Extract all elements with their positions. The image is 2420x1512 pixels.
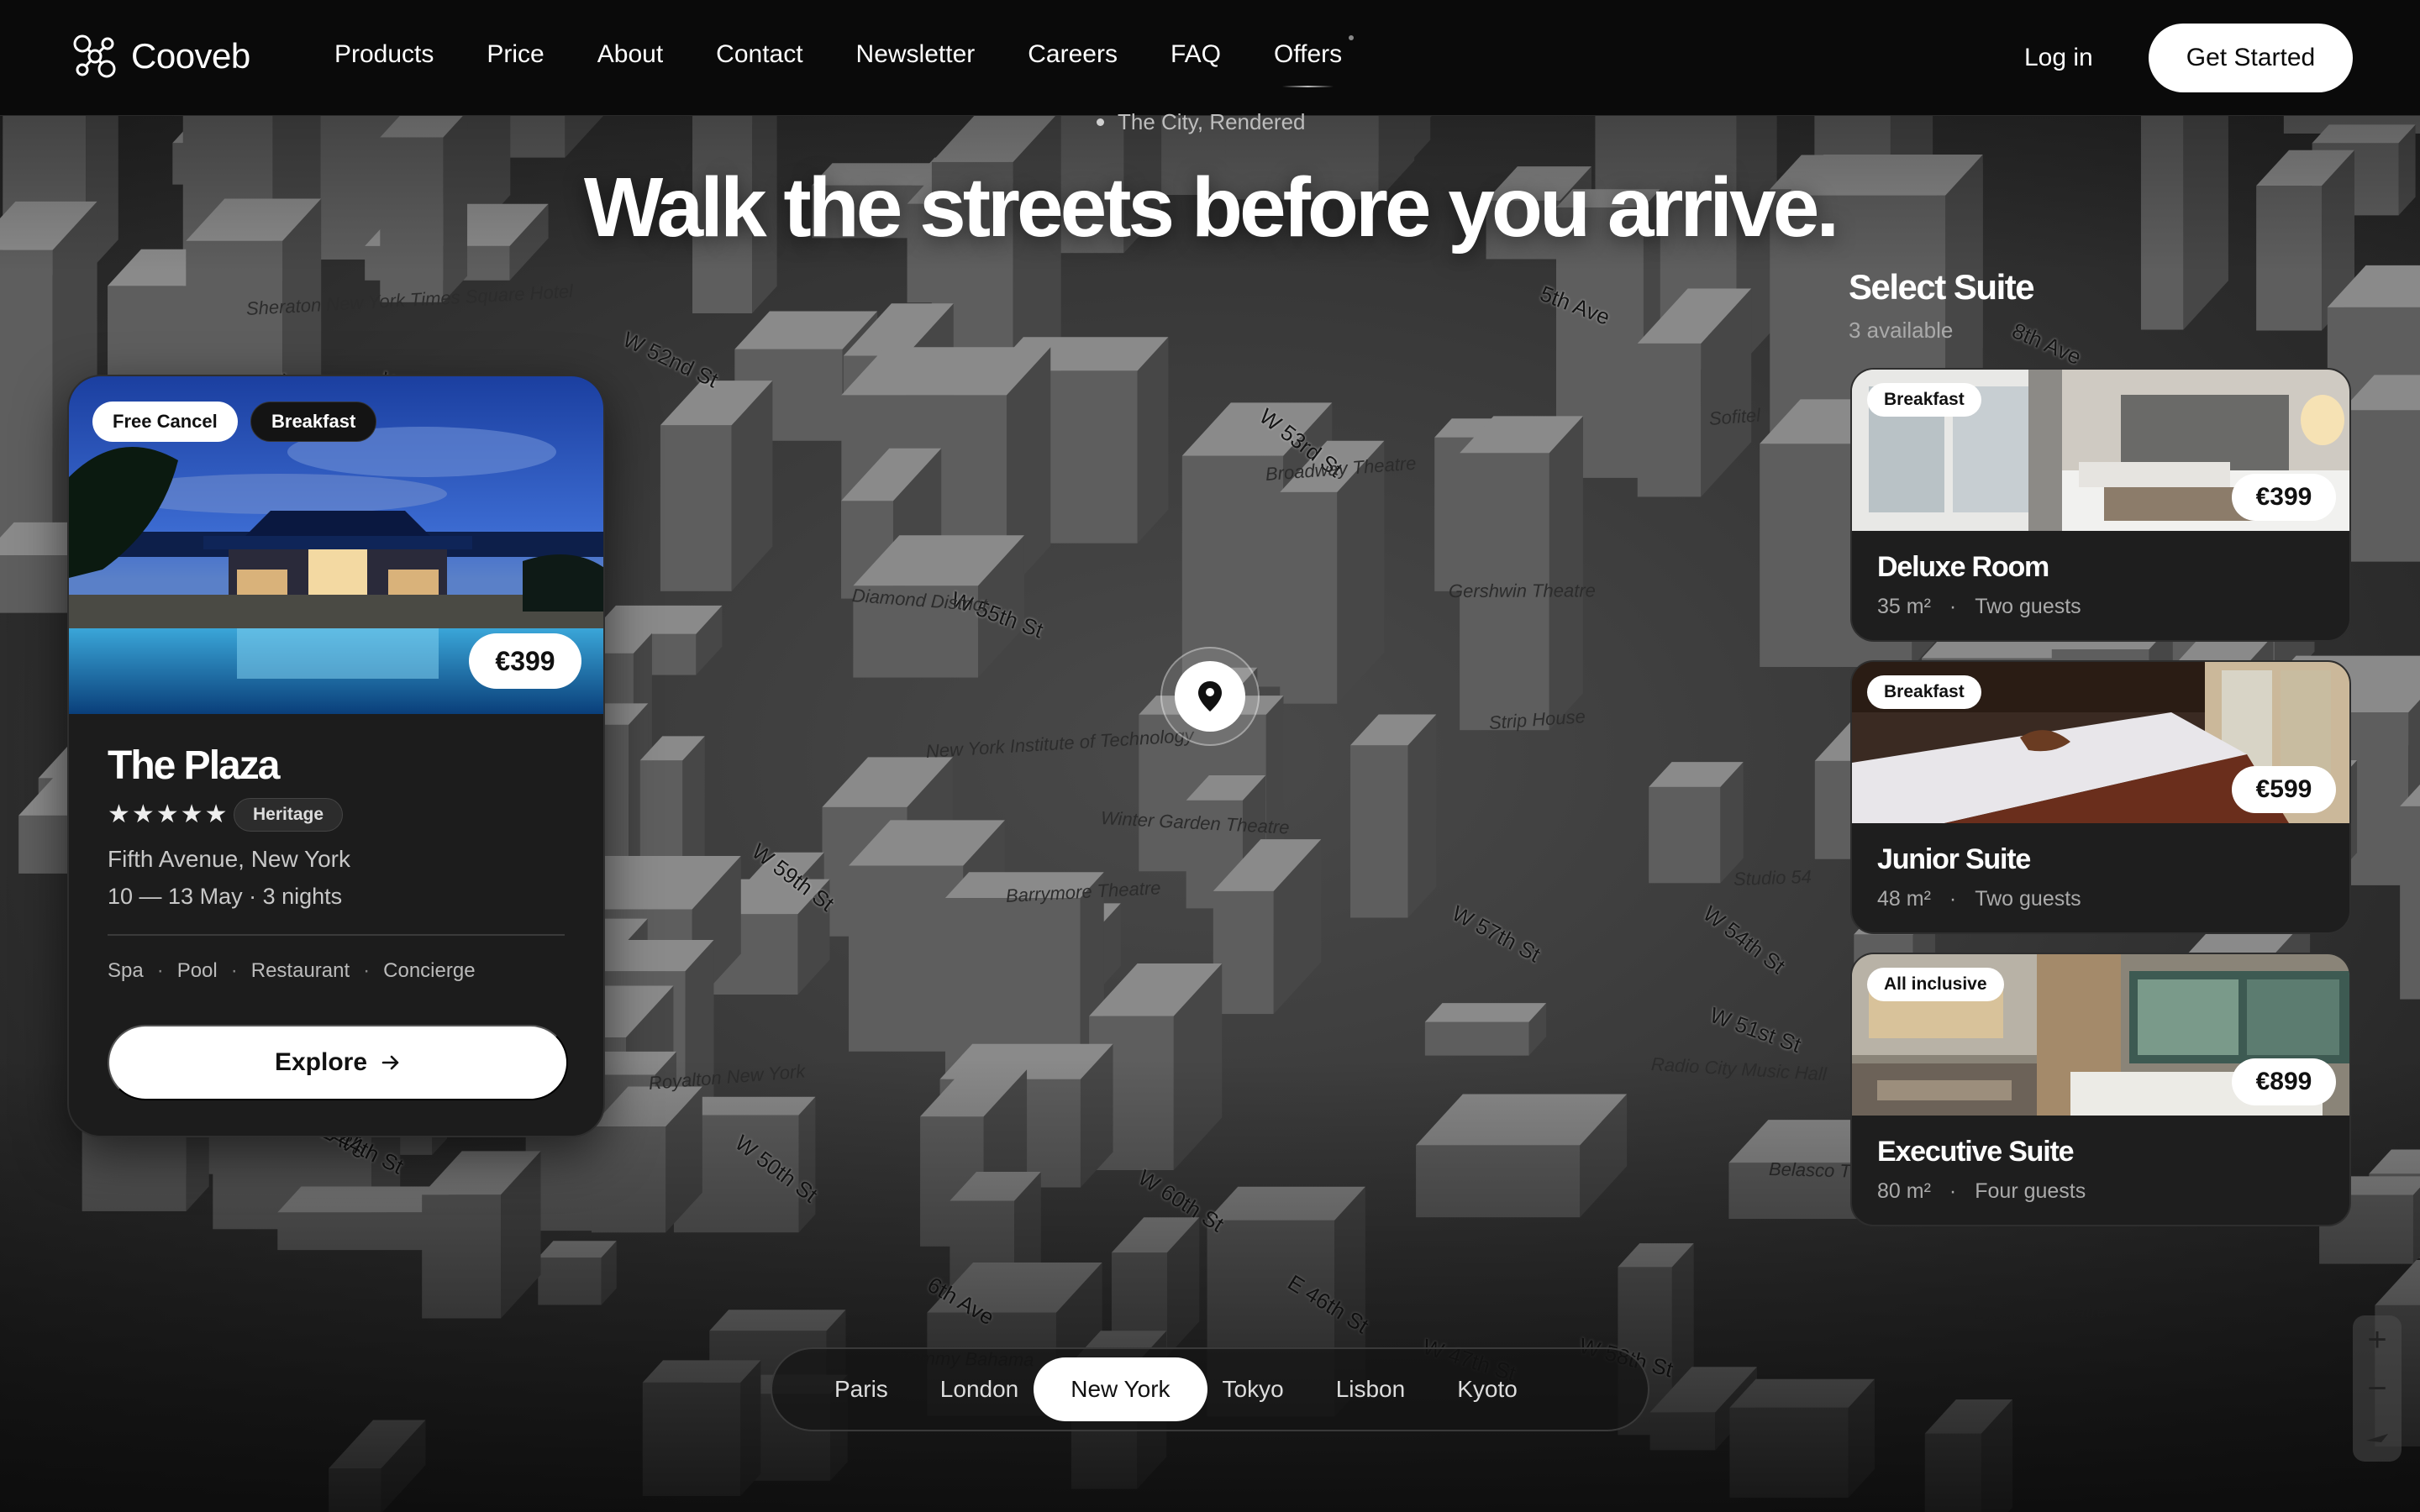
amenity-item: Pool: [176, 959, 218, 982]
amenity-separator: ·: [156, 959, 164, 982]
city-tab-london[interactable]: London: [903, 1357, 1055, 1421]
suite-photo: Breakfast €599: [1852, 662, 2349, 823]
suite-name: Executive Suite: [1877, 1136, 2075, 1168]
hotel-dates: 10 — 13 May · 3 nights: [108, 884, 343, 909]
nav-link-price[interactable]: Price: [487, 40, 544, 69]
hotel-card[interactable]: Free Cancel Breakfast €399 The Plaza ★★★…: [67, 375, 605, 1137]
explore-label: Explore: [274, 1048, 368, 1076]
suite-meta: 80 m² · Four guests: [1877, 1179, 2086, 1204]
suite-meta-separator: ·: [1949, 595, 1957, 618]
explore-button[interactable]: Explore: [108, 1025, 568, 1100]
city-tab-new-york[interactable]: New York: [1034, 1357, 1207, 1421]
suite-card[interactable]: All inclusive €899 Executive Suite 80 m²…: [1850, 953, 2351, 1226]
suite-size: 35 m²: [1877, 595, 1931, 618]
compass-icon[interactable]: [2353, 1413, 2402, 1462]
zoom-in-button[interactable]: +: [2353, 1315, 2402, 1364]
map-pin-button[interactable]: [1175, 661, 1245, 732]
suite-badge: All inclusive: [1867, 968, 2004, 1001]
suite-meta-separator: ·: [1949, 887, 1957, 911]
nav-link-offers-label: Offers: [1273, 40, 1343, 68]
map-pin-icon: [1198, 681, 1222, 711]
brand-logo[interactable]: Cooveb: [69, 30, 250, 82]
amenity-separator: ·: [363, 959, 371, 982]
card-divider: [108, 934, 565, 936]
badge-breakfast: Breakfast: [250, 402, 377, 442]
amenity-separator: ·: [230, 959, 238, 982]
nav-link-contact[interactable]: Contact: [716, 40, 802, 69]
nav-link-about[interactable]: About: [597, 40, 663, 69]
suite-guests: Two guests: [1975, 595, 2081, 618]
top-nav: Cooveb Products Price About Contact News…: [0, 0, 2420, 116]
zoom-out-button[interactable]: −: [2353, 1364, 2402, 1413]
hotel-price: €399: [469, 633, 581, 689]
suite-size: 80 m²: [1877, 1179, 1931, 1203]
suite-photo: Breakfast €399: [1852, 370, 2349, 531]
suite-guests: Four guests: [1975, 1179, 2086, 1203]
login-link[interactable]: Log in: [2024, 44, 2093, 72]
amenity-item: Concierge: [383, 959, 476, 982]
star-rating: ★★★★★: [108, 801, 229, 828]
arrow-right-icon: [381, 1055, 399, 1070]
suite-price: €899: [2232, 1058, 2336, 1105]
suite-size: 48 m²: [1877, 887, 1931, 911]
main-menu: Products Price About Contact Newsletter …: [334, 35, 1395, 87]
amenity-item: Restaurant: [250, 959, 350, 982]
hotel-name: The Plaza: [108, 743, 280, 788]
hotel-address: Fifth Avenue, New York: [108, 846, 350, 872]
nav-link-faq[interactable]: FAQ: [1171, 40, 1221, 69]
suites-title: Select Suite: [1849, 267, 2035, 307]
hero-title: Walk the streets before you arrive.: [583, 160, 1839, 255]
compass-arrow-icon: [2366, 1434, 2388, 1442]
suites-count: 3 available: [1849, 318, 1954, 343]
city-selector: Paris London New York Tokyo Lisbon Kyoto: [771, 1347, 1649, 1431]
suite-badge: Breakfast: [1867, 383, 1981, 417]
map-zoom-controls: + −: [2353, 1315, 2402, 1462]
suite-name: Deluxe Room: [1877, 551, 2049, 583]
hero-eyebrow: The City, Rendered: [1097, 109, 1306, 135]
suite-meta: 35 m² · Two guests: [1877, 595, 2081, 619]
suite-badge: Breakfast: [1867, 675, 1981, 709]
amenities-list: Spa · Pool · Restaurant · Concierge: [108, 959, 476, 983]
eyebrow-dot: [1097, 118, 1104, 126]
suite-price: €599: [2232, 766, 2336, 813]
city-tab-kyoto[interactable]: Kyoto: [1420, 1357, 1555, 1421]
molecule-logo-icon: [73, 34, 116, 78]
suite-photo: All inclusive €899: [1852, 954, 2349, 1116]
suite-price: €399: [2232, 474, 2336, 521]
amenity-item: Spa: [108, 959, 144, 982]
suite-meta: 48 m² · Two guests: [1877, 887, 2081, 911]
suite-card[interactable]: Breakfast €599 Junior Suite 48 m² · Two …: [1850, 660, 2351, 934]
suite-meta-separator: ·: [1949, 1179, 1957, 1203]
map-pin-marker[interactable]: [1160, 647, 1260, 746]
suite-name: Junior Suite: [1877, 843, 2031, 875]
nav-link-careers[interactable]: Careers: [1028, 40, 1118, 69]
nav-link-offers[interactable]: Offers: [1273, 35, 1355, 87]
suite-card[interactable]: Breakfast €399 Deluxe Room 35 m² · Two g…: [1850, 368, 2351, 642]
hotel-photo: Free Cancel Breakfast €399: [69, 376, 603, 714]
suite-guests: Two guests: [1975, 887, 2081, 911]
hotel-tag: Heritage: [234, 798, 344, 832]
nav-link-newsletter[interactable]: Newsletter: [856, 40, 976, 69]
badge-free-cancel: Free Cancel: [92, 402, 238, 442]
notification-dot: [1349, 35, 1355, 40]
get-started-button[interactable]: Get Started: [2149, 24, 2353, 92]
hero-eyebrow-text: The City, Rendered: [1118, 109, 1306, 134]
nav-link-products[interactable]: Products: [334, 40, 434, 69]
brand-name: Cooveb: [131, 36, 250, 76]
